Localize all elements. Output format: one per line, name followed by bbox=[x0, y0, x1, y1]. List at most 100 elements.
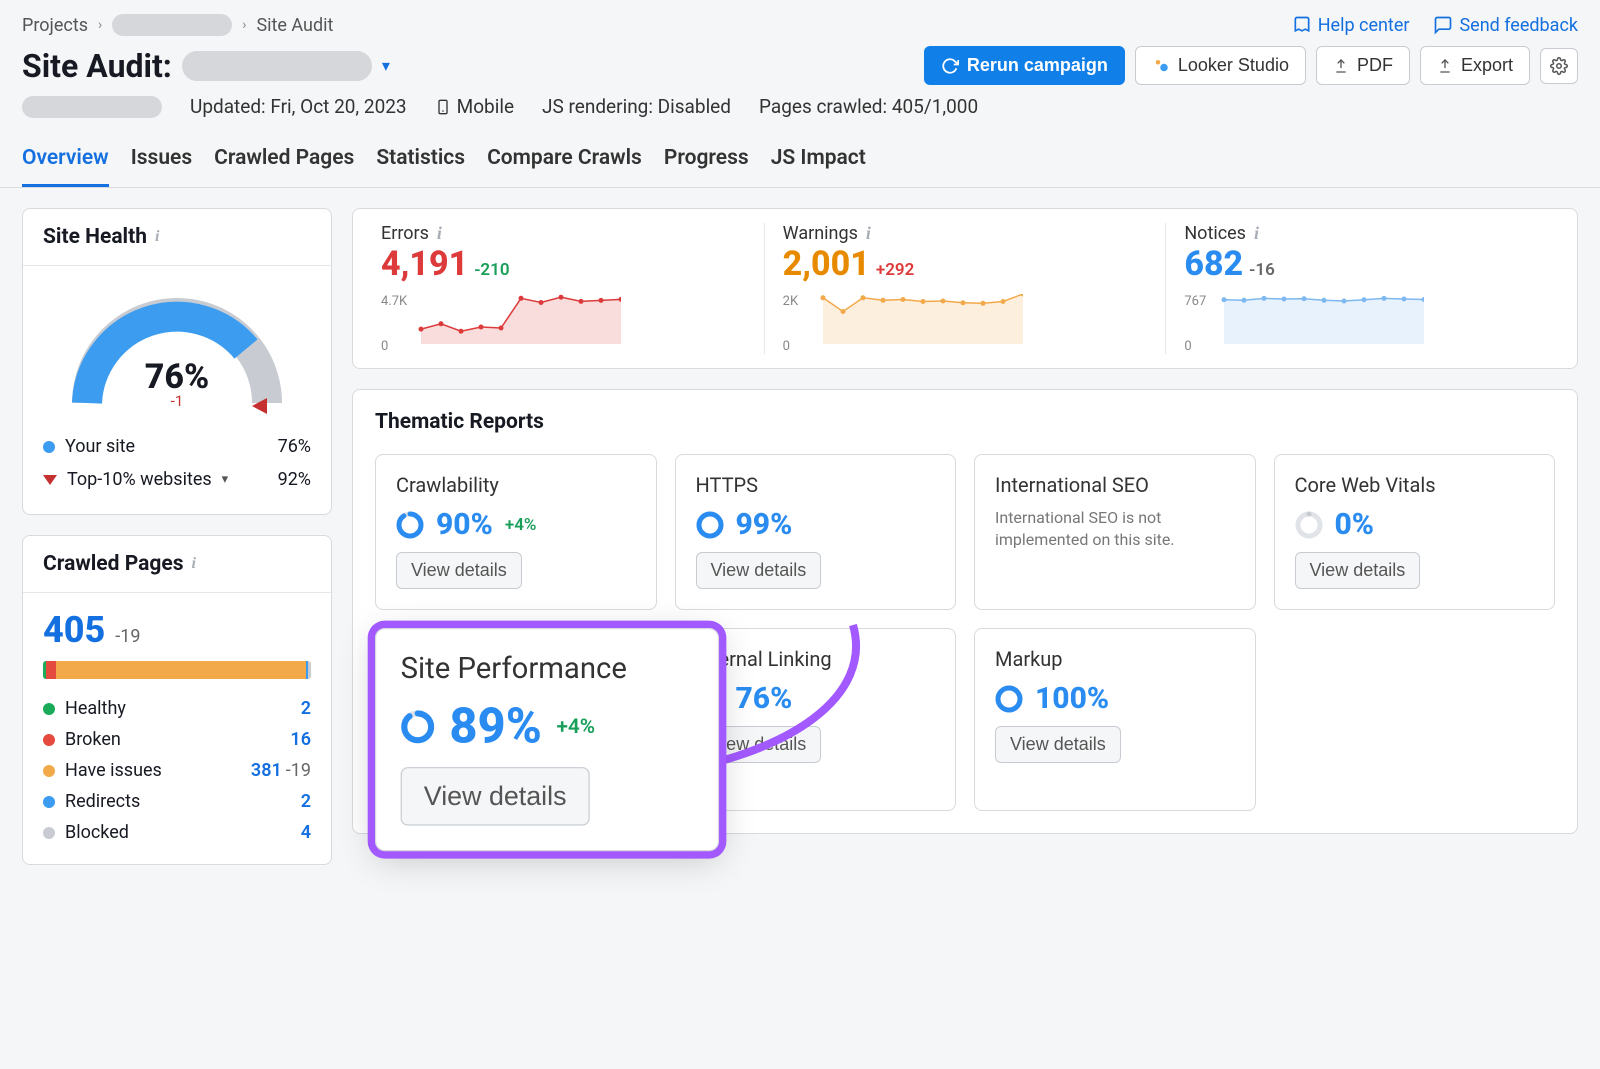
sparkline-errors: 4.7K 0 bbox=[381, 294, 746, 354]
crawled-pages-row[interactable]: Redirects2 bbox=[43, 786, 311, 817]
tab-issues[interactable]: Issues bbox=[131, 136, 192, 187]
stat-value: 682 bbox=[1184, 244, 1243, 284]
breadcrumb-current: Site Audit bbox=[256, 15, 333, 36]
info-icon[interactable]: i bbox=[437, 223, 442, 244]
chevron-right-icon: › bbox=[98, 17, 102, 33]
stat-notices[interactable]: Noticesi 682-16 767 0 bbox=[1165, 223, 1567, 354]
report-delta: +4% bbox=[557, 714, 596, 738]
crawled-pages-row[interactable]: Broken16 bbox=[43, 724, 311, 755]
report-pct: 89% bbox=[449, 698, 541, 755]
tab-progress[interactable]: Progress bbox=[664, 136, 749, 187]
view-details-button[interactable]: View details bbox=[396, 552, 522, 589]
report-pct: 100% bbox=[1035, 681, 1109, 716]
crawled-pages-row[interactable]: Blocked 4 bbox=[43, 817, 311, 848]
ring-icon bbox=[396, 511, 424, 539]
stat-warnings[interactable]: Warningsi 2,001+292 2K 0 bbox=[764, 223, 1166, 354]
breadcrumb-project-placeholder[interactable] bbox=[112, 14, 232, 36]
sparkline-warnings: 2K 0 bbox=[783, 294, 1148, 354]
help-center-label: Help center bbox=[1318, 15, 1410, 36]
legend-your-site-value: 76% bbox=[278, 436, 311, 457]
tab-statistics[interactable]: Statistics bbox=[376, 136, 465, 187]
tab-crawled-pages[interactable]: Crawled Pages bbox=[214, 136, 354, 187]
triangle-down-icon bbox=[43, 475, 57, 485]
legend-top10: Top-10% websites bbox=[67, 469, 212, 490]
tab-js-impact[interactable]: JS Impact bbox=[771, 136, 866, 187]
report-card-markup: Markup100%View details bbox=[974, 628, 1256, 811]
cp-delta: -19 bbox=[286, 760, 311, 781]
crawled-pages-title: Crawled Pages bbox=[43, 552, 183, 576]
stat-errors[interactable]: Errorsi 4,191-210 4.7K 0 bbox=[363, 223, 764, 354]
page-title: Site Audit: bbox=[22, 47, 172, 85]
stat-delta: -210 bbox=[474, 260, 509, 280]
report-pct: 99% bbox=[736, 507, 793, 542]
thematic-reports-card: Thematic Reports Crawlability90%+4%View … bbox=[352, 389, 1578, 834]
crawled-pages-delta: -19 bbox=[115, 626, 140, 647]
view-details-button[interactable]: View details bbox=[696, 552, 822, 589]
ring-icon bbox=[696, 511, 724, 539]
info-icon[interactable]: i bbox=[191, 555, 195, 573]
stat-value: 4,191 bbox=[381, 244, 468, 284]
crawled-pages-card: Crawled Pages i 405 -19 Healthy2Broken16… bbox=[22, 535, 332, 865]
dot-icon bbox=[43, 827, 55, 839]
stat-label: Warnings bbox=[783, 223, 858, 244]
report-note: International SEO is not implemented on … bbox=[995, 507, 1235, 550]
tab-overview[interactable]: Overview bbox=[22, 136, 109, 187]
breadcrumb-root[interactable]: Projects bbox=[22, 15, 88, 36]
domain-placeholder bbox=[22, 96, 162, 118]
gear-icon bbox=[1550, 57, 1568, 75]
cp-label: Blocked bbox=[65, 822, 129, 843]
rerun-campaign-button[interactable]: Rerun campaign bbox=[924, 46, 1125, 85]
info-icon[interactable]: i bbox=[1254, 223, 1259, 244]
report-title: Internal Linking bbox=[696, 647, 936, 671]
looker-studio-button[interactable]: Looker Studio bbox=[1135, 46, 1306, 85]
chevron-down-icon[interactable]: ▾ bbox=[222, 472, 229, 487]
chevron-right-icon: › bbox=[242, 17, 246, 33]
report-title: Site Performance bbox=[401, 651, 693, 685]
chevron-down-icon[interactable]: ▾ bbox=[382, 56, 390, 75]
cp-count: 2 bbox=[301, 791, 311, 812]
looker-label: Looker Studio bbox=[1178, 55, 1289, 76]
export-label: Export bbox=[1461, 55, 1513, 76]
rerun-label: Rerun campaign bbox=[967, 55, 1108, 76]
dot-icon bbox=[43, 796, 55, 808]
pdf-export-button[interactable]: PDF bbox=[1316, 46, 1410, 85]
crawled-pages-row[interactable]: Have issues381-19 bbox=[43, 755, 311, 786]
stat-value: 2,001 bbox=[783, 244, 870, 284]
site-health-title: Site Health bbox=[43, 225, 147, 249]
report-card-international-seo: International SEO International SEO is no… bbox=[974, 454, 1256, 610]
cp-label: Have issues bbox=[65, 760, 162, 781]
dot-icon bbox=[43, 765, 55, 777]
report-title: Core Web Vitals bbox=[1295, 473, 1535, 497]
cp-count: 16 bbox=[290, 729, 311, 750]
cp-count: 4 bbox=[301, 822, 311, 843]
crawled-pages-row[interactable]: Healthy2 bbox=[43, 693, 311, 724]
meta-updated: Updated: Fri, Oct 20, 2023 bbox=[190, 95, 407, 118]
info-icon[interactable]: i bbox=[866, 223, 871, 244]
help-center-link[interactable]: Help center bbox=[1292, 15, 1410, 36]
crawled-pages-bar bbox=[43, 661, 311, 679]
report-title: HTTPS bbox=[696, 473, 936, 497]
view-details-button[interactable]: View details bbox=[1295, 552, 1421, 589]
site-health-card: Site Health i 76% -1 Your site 76% T bbox=[22, 208, 332, 515]
settings-button[interactable] bbox=[1540, 48, 1578, 84]
export-button[interactable]: Export bbox=[1420, 46, 1530, 85]
meta-pages-crawled: Pages crawled: 405/1,000 bbox=[759, 95, 978, 118]
report-title: International SEO bbox=[995, 473, 1235, 497]
upload-icon bbox=[1333, 58, 1349, 74]
ring-icon bbox=[1295, 511, 1323, 539]
tab-compare-crawls[interactable]: Compare Crawls bbox=[487, 136, 642, 187]
svg-text:-1: -1 bbox=[171, 392, 184, 410]
view-details-button[interactable]: View details bbox=[401, 767, 590, 826]
dot-icon bbox=[43, 734, 55, 746]
info-icon[interactable]: i bbox=[155, 228, 159, 246]
meta-row: Updated: Fri, Oct 20, 2023 Mobile JS ren… bbox=[0, 85, 1600, 136]
dot-icon bbox=[43, 441, 55, 453]
mobile-icon bbox=[435, 97, 451, 117]
report-pct: 0% bbox=[1335, 507, 1375, 542]
view-details-button[interactable]: View details bbox=[995, 726, 1121, 763]
send-feedback-link[interactable]: Send feedback bbox=[1433, 15, 1578, 36]
site-health-gauge: 76% -1 bbox=[52, 278, 302, 418]
looker-icon bbox=[1152, 57, 1170, 75]
comment-icon bbox=[1433, 15, 1453, 35]
stat-label: Notices bbox=[1184, 223, 1246, 244]
